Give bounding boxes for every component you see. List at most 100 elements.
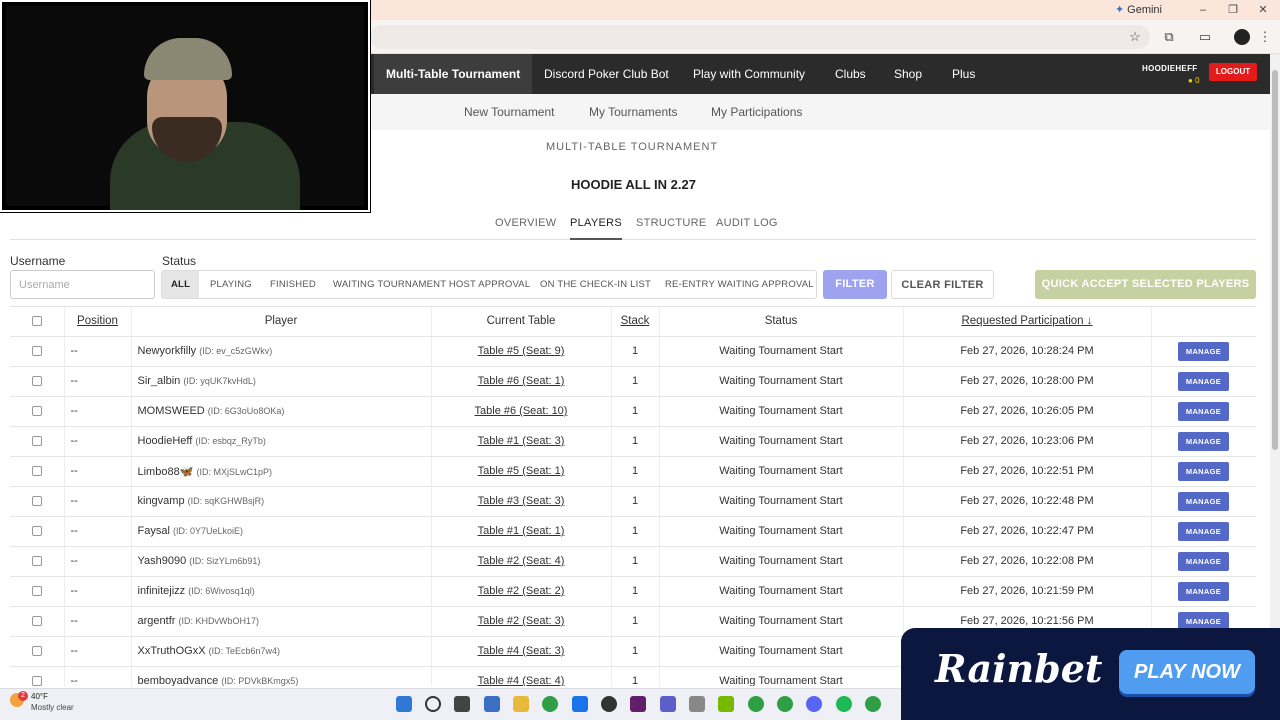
row-checkbox[interactable]: [31, 556, 42, 567]
quick-accept-button[interactable]: QUICK ACCEPT SELECTED PLAYERS: [1035, 270, 1256, 299]
table-seat-link[interactable]: Table #6 (Seat: 1): [478, 375, 565, 387]
tab-audit-log[interactable]: AUDIT LOG: [716, 210, 778, 240]
tab-overview[interactable]: OVERVIEW: [495, 210, 557, 240]
row-checkbox[interactable]: [31, 436, 42, 447]
cast-icon[interactable]: ▭: [1196, 28, 1214, 46]
subnav-new-tournament[interactable]: New Tournament: [464, 94, 555, 130]
subnav-my-participations[interactable]: My Participations: [711, 94, 802, 130]
tab-structure[interactable]: STRUCTURE: [636, 210, 707, 240]
select-all-checkbox[interactable]: [31, 316, 42, 327]
header-stack[interactable]: Stack: [611, 307, 660, 337]
clear-filter-button[interactable]: CLEAR FILTER: [891, 270, 994, 299]
current-table-cell: Table #4 (Seat: 4): [431, 666, 612, 686]
row-checkbox[interactable]: [31, 346, 42, 357]
spotify-icon[interactable]: [836, 696, 852, 712]
status-finished[interactable]: FINISHED: [270, 271, 316, 298]
table-seat-link[interactable]: Table #2 (Seat: 4): [478, 555, 565, 567]
status-reentry-waiting-approval[interactable]: RE-ENTRY WAITING APPROVAL: [665, 271, 814, 298]
username-label[interactable]: HOODIEHEFF: [1142, 64, 1197, 73]
app-icon-1[interactable]: [572, 696, 588, 712]
profile-avatar[interactable]: [1234, 29, 1250, 45]
nav-play-with-community[interactable]: Play with Community: [693, 54, 805, 94]
row-checkbox[interactable]: [31, 406, 42, 417]
manage-button[interactable]: MANAGE: [1178, 491, 1229, 511]
status-check-in-list[interactable]: ON THE CHECK-IN LIST: [540, 271, 651, 298]
manage-button[interactable]: MANAGE: [1178, 461, 1229, 481]
chrome-profile-icon[interactable]: [748, 696, 764, 712]
row-checkbox[interactable]: [31, 466, 42, 477]
row-checkbox[interactable]: [31, 646, 42, 657]
start-icon[interactable]: [396, 696, 412, 712]
menu-kebab-icon[interactable]: ⋮: [1256, 28, 1274, 46]
bookmark-star-icon[interactable]: ☆: [1126, 28, 1144, 46]
gemini-button[interactable]: ✦ Gemini: [1107, 2, 1170, 18]
manage-button[interactable]: MANAGE: [1178, 581, 1229, 601]
address-bar[interactable]: [370, 25, 1150, 49]
table-seat-link[interactable]: Table #2 (Seat: 3): [478, 615, 565, 627]
row-checkbox[interactable]: [31, 586, 42, 597]
table-seat-link[interactable]: Table #2 (Seat: 2): [478, 585, 565, 597]
scrollbar-thumb[interactable]: [1272, 70, 1278, 450]
header-requested-participation[interactable]: Requested Participation ↓: [903, 307, 1152, 337]
nav-shop[interactable]: Shop: [894, 54, 922, 94]
restore-button[interactable]: ❐: [1218, 0, 1248, 20]
row-checkbox[interactable]: [31, 496, 42, 507]
task-view-icon[interactable]: [454, 696, 470, 712]
tab-players[interactable]: PLAYERS: [570, 210, 623, 240]
nvidia-icon[interactable]: [718, 696, 734, 712]
obs-icon[interactable]: [601, 696, 617, 712]
manage-button[interactable]: MANAGE: [1178, 521, 1229, 541]
chrome-active-icon[interactable]: [777, 696, 793, 712]
row-checkbox[interactable]: [31, 376, 42, 387]
nav-plus[interactable]: Plus: [952, 54, 975, 94]
row-checkbox[interactable]: [31, 526, 42, 537]
username-filter-input[interactable]: [10, 270, 155, 299]
manage-button[interactable]: MANAGE: [1178, 371, 1229, 391]
page-scrollbar[interactable]: [1270, 54, 1280, 720]
nav-discord-poker-club-bot[interactable]: Discord Poker Club Bot: [544, 54, 669, 94]
table-seat-link[interactable]: Table #6 (Seat: 10): [475, 405, 568, 417]
nav-clubs[interactable]: Clubs: [835, 54, 866, 94]
filter-button[interactable]: FILTER: [823, 270, 887, 299]
coin-icon: ●: [1188, 76, 1193, 85]
table-seat-link[interactable]: Table #3 (Seat: 3): [478, 495, 565, 507]
extensions-icon[interactable]: ⧉: [1160, 28, 1178, 46]
player-cell: XxTruthOGxX (ID: TeEcb6n7w4): [131, 636, 432, 667]
minimize-button[interactable]: –: [1188, 0, 1218, 20]
table-seat-link[interactable]: Table #1 (Seat: 3): [478, 435, 565, 447]
header-position[interactable]: Position: [64, 307, 132, 337]
status-playing[interactable]: PLAYING: [210, 271, 252, 298]
ad-play-now-button[interactable]: PLAY NOW: [1119, 650, 1255, 694]
chrome-icon[interactable]: [542, 696, 558, 712]
table-seat-link[interactable]: Table #5 (Seat: 1): [478, 465, 565, 477]
teams-icon[interactable]: [660, 696, 676, 712]
table-seat-link[interactable]: Table #5 (Seat: 9): [478, 345, 565, 357]
slack-icon[interactable]: [630, 696, 646, 712]
nav-multi-table-tournament[interactable]: Multi-Table Tournament: [374, 54, 533, 94]
file-explorer-icon[interactable]: [513, 696, 529, 712]
close-window-button[interactable]: ✕: [1248, 0, 1278, 20]
row-checkbox[interactable]: [31, 676, 42, 686]
rainbet-ad-banner[interactable]: Rainbet PLAY NOW: [901, 628, 1280, 720]
logout-button[interactable]: LOGOUT: [1209, 63, 1257, 81]
table-seat-link[interactable]: Table #4 (Seat: 3): [478, 645, 565, 657]
settings-icon[interactable]: [689, 696, 705, 712]
manage-button[interactable]: MANAGE: [1178, 401, 1229, 421]
status-cell: Waiting Tournament Start: [659, 426, 904, 457]
widgets-icon[interactable]: [484, 696, 500, 712]
search-icon[interactable]: [425, 696, 441, 712]
status-waiting-host-approval[interactable]: WAITING TOURNAMENT HOST APPROVAL: [333, 271, 530, 298]
manage-button[interactable]: MANAGE: [1178, 341, 1229, 361]
row-checkbox[interactable]: [31, 616, 42, 627]
chrome-extra-icon[interactable]: [865, 696, 881, 712]
manage-button[interactable]: MANAGE: [1178, 551, 1229, 571]
current-table-cell: Table #1 (Seat: 3): [431, 426, 612, 457]
manage-button[interactable]: MANAGE: [1178, 431, 1229, 451]
table-seat-link[interactable]: Table #1 (Seat: 1): [478, 525, 565, 537]
table-seat-link[interactable]: Table #4 (Seat: 4): [478, 675, 565, 686]
subnav-my-tournaments[interactable]: My Tournaments: [589, 94, 677, 130]
discord-icon[interactable]: [806, 696, 822, 712]
status-all[interactable]: ALL: [162, 271, 200, 298]
table-row: -- Limbo88🦋 (ID: MXjSLwC1pP) Table #5 (Sea…: [10, 456, 1256, 487]
table-row: -- MOMSWEED (ID: 6G3oUo8OKa) Table #6 (Sea…: [10, 396, 1256, 427]
